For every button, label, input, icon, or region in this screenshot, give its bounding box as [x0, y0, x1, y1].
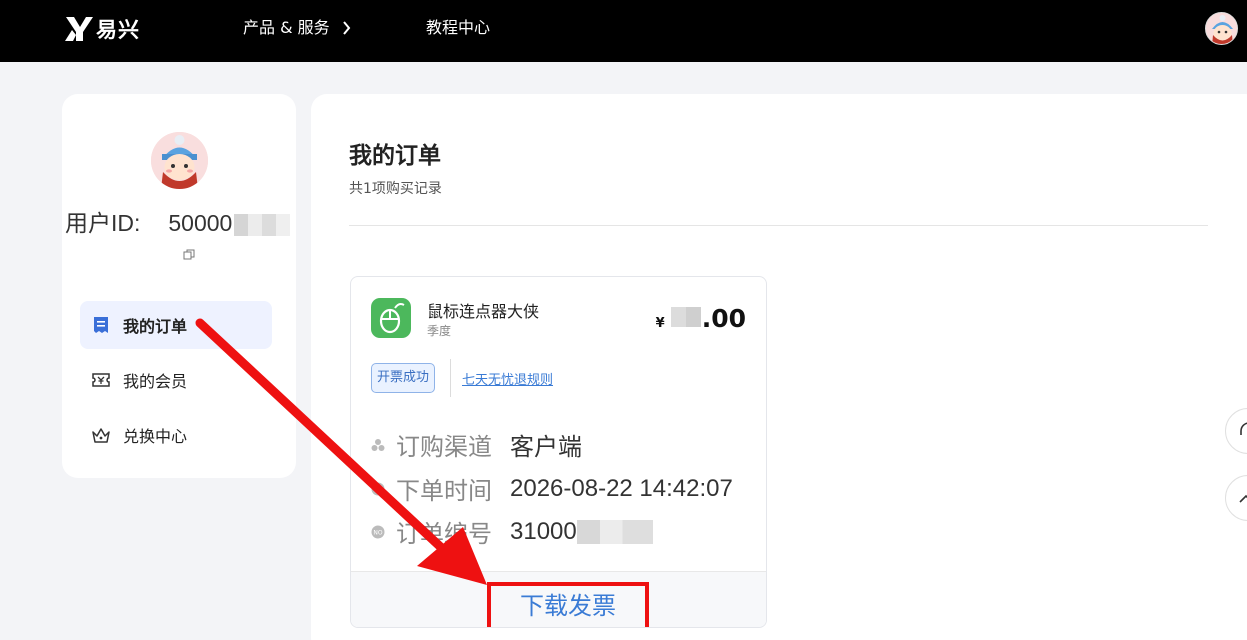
sidebar-item-my-orders[interactable]: 我的订单 [80, 301, 272, 349]
user-id-label: 用户ID: [65, 210, 141, 236]
channel-icon [371, 438, 385, 451]
ticket-icon [92, 373, 110, 387]
brand-name: 易兴 [96, 18, 140, 42]
nav-tutorial-center[interactable]: 教程中心 [426, 17, 490, 39]
product-name: 鼠标连点器大侠 [427, 302, 540, 321]
user-id-value: 50000 [168, 210, 233, 236]
redacted-mask [670, 307, 701, 327]
headset-icon [1240, 422, 1247, 435]
profile-avatar[interactable] [151, 132, 208, 189]
order-number-label: 订单编号 [396, 521, 492, 548]
nav-products-label: 产品 & 服务 [243, 18, 330, 37]
order-number-icon: NO [371, 525, 385, 538]
channel-value: 客户端 [510, 434, 582, 461]
main-panel: 我的订单 共1项购买记录 鼠标连点器大侠 季度 ¥ .00 开票成功 七天无忧退… [311, 94, 1247, 640]
crown-icon [92, 428, 110, 443]
arrow-up-icon [1239, 494, 1247, 503]
nav-products-services[interactable]: 产品 & 服务 [243, 17, 351, 39]
sidebar-item-label: 我的订单 [123, 317, 188, 336]
currency-symbol: ¥ [655, 316, 665, 331]
price-suffix: .00 [701, 304, 746, 333]
sidebar-item-label: 兑换中心 [123, 427, 188, 446]
copy-icon[interactable] [183, 249, 195, 261]
redacted-mask [234, 213, 291, 236]
channel-label: 订购渠道 [396, 434, 492, 461]
download-invoice-button[interactable]: 下载发票 [487, 582, 649, 627]
nav-tutorial-label: 教程中心 [426, 18, 491, 37]
sidebar-item-my-membership[interactable]: 我的会员 [80, 356, 272, 404]
divider [349, 225, 1208, 226]
refund-policy-link[interactable]: 七天无忧退规则 [462, 369, 553, 388]
sidebar-item-redeem-center[interactable]: 兑换中心 [80, 411, 272, 459]
sidebar-item-label: 我的会员 [123, 372, 188, 391]
svg-text:NO: NO [373, 529, 382, 536]
avatar-illustration [151, 132, 208, 189]
top-navigation-bar: 易兴 产品 & 服务 教程中心 [0, 0, 1247, 62]
app-mouse-icon [371, 298, 411, 338]
time-label: 下单时间 [396, 478, 492, 505]
page-title: 我的订单 [349, 143, 441, 169]
order-price: ¥ .00 [656, 304, 746, 333]
chevron-right-icon [342, 21, 350, 35]
order-channel-row: 订购渠道 客户端 [371, 427, 582, 462]
user-avatar[interactable] [1205, 12, 1238, 45]
product-plan: 季度 [427, 324, 452, 338]
time-value: 2026-08-22 14:42:07 [510, 474, 733, 502]
customer-service-button[interactable] [1225, 408, 1247, 454]
invoice-status-badge: 开票成功 [371, 363, 436, 393]
receipt-icon [94, 317, 108, 333]
order-card-footer: 下载发票 [351, 571, 766, 627]
clock-icon [371, 482, 385, 495]
order-number-value: 31000 [510, 517, 577, 545]
order-number-row: NO 订单编号 31000 [371, 514, 653, 549]
avatar-illustration [1206, 13, 1237, 44]
purchase-count-text: 共1项购买记录 [349, 181, 442, 197]
brand-logo[interactable]: 易兴 [64, 14, 140, 44]
user-id-display: 用户ID: 50000 [65, 204, 291, 238]
order-time-row: 下单时间 2026-08-22 14:42:07 [371, 471, 733, 506]
logo-mark-icon [65, 17, 93, 41]
order-card: 鼠标连点器大侠 季度 ¥ .00 开票成功 七天无忧退规则 订购渠道 客户端 下… [350, 276, 767, 628]
redacted-mask [576, 519, 653, 544]
back-to-top-button[interactable] [1225, 475, 1247, 521]
sidebar-card: 用户ID: 50000 我的订单 我的会员 兑换中心 [62, 94, 296, 478]
divider [450, 359, 451, 397]
